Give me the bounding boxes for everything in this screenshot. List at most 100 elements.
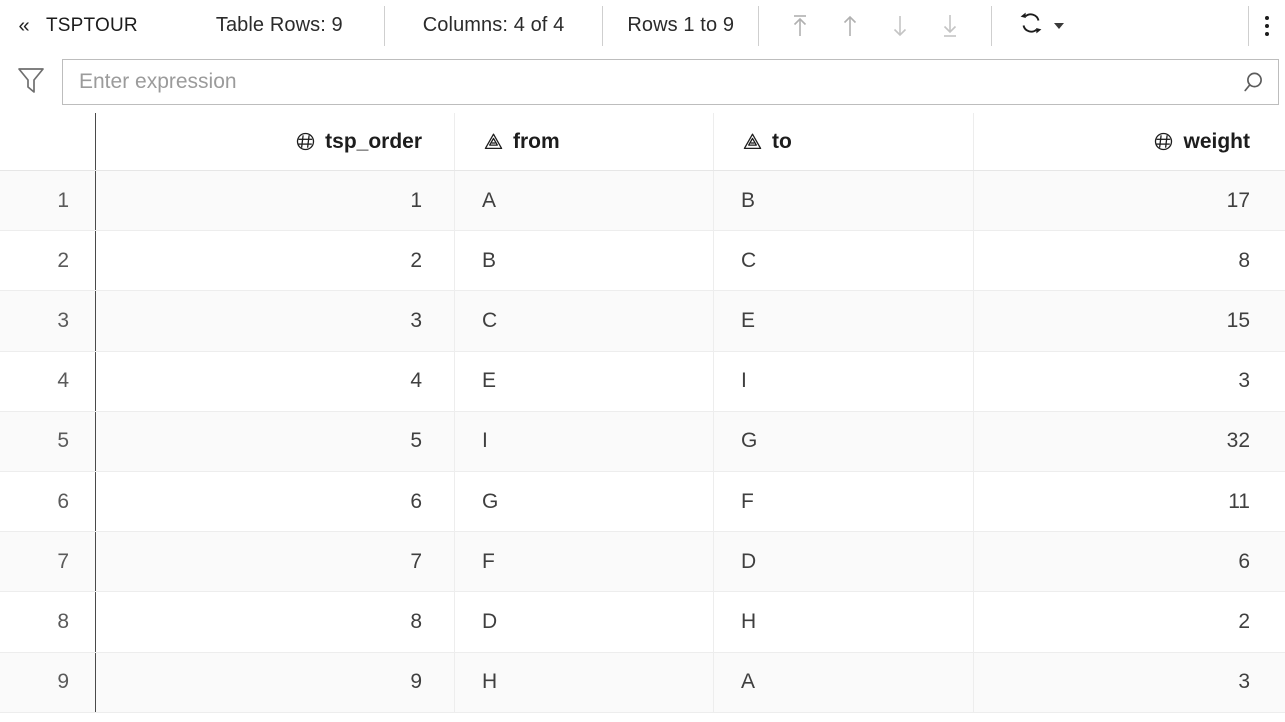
refresh-group bbox=[1016, 11, 1065, 41]
column-header-label: to bbox=[772, 129, 792, 153]
table-row[interactable]: 77FD6 bbox=[0, 532, 1285, 593]
cell-tsp_order[interactable]: 6 bbox=[96, 471, 455, 532]
cell-weight[interactable]: 3 bbox=[974, 653, 1285, 712]
cell-from[interactable]: H bbox=[455, 652, 714, 712]
filter-button[interactable] bbox=[0, 51, 62, 113]
cell-tsp_order[interactable]: 5 bbox=[96, 411, 455, 471]
cell-from[interactable]: I bbox=[455, 411, 714, 471]
kebab-dot-icon bbox=[1265, 15, 1269, 20]
grid-body: 1 1 A B 17 2 2 B C 8 3 3 C E 15 4 4 E I 3 5 5 I G 32 6 6 G F 11 7 7 F D 6 8… bbox=[0, 171, 1285, 713]
cell-from[interactable]: D bbox=[455, 592, 714, 652]
row-range-label: Rows 1 to 9 bbox=[627, 14, 735, 36]
table-rows-count: Table Rows: 9 bbox=[215, 14, 343, 36]
funnel-icon bbox=[16, 64, 46, 101]
row-number-cell[interactable]: 6 bbox=[0, 471, 96, 532]
next-rows-button[interactable] bbox=[885, 9, 915, 43]
table-row[interactable]: 6 6 G F 11 bbox=[0, 471, 1285, 533]
cell-tsp_order[interactable]: 1 bbox=[96, 171, 455, 231]
cell-tsp_order[interactable]: 4 bbox=[96, 351, 455, 411]
number-column-icon bbox=[1153, 131, 1175, 153]
toolbar-divider bbox=[991, 5, 993, 46]
cell-to[interactable]: H bbox=[714, 592, 974, 652]
column-header-tsp_order[interactable]: tsp_order bbox=[96, 113, 455, 170]
arrow-down-icon bbox=[890, 13, 910, 39]
cell-from[interactable]: G bbox=[455, 471, 714, 532]
cell-tsp_order[interactable]: 8 bbox=[96, 592, 455, 652]
column-header-weight[interactable]: weight bbox=[974, 113, 1285, 170]
data-grid: tsp_order from to weight 1 1 A B 17 2 2 … bbox=[0, 113, 1285, 718]
column-header-from[interactable]: from bbox=[455, 113, 714, 170]
collapse-panel-label: « bbox=[18, 14, 30, 37]
column-header-label: tsp_order bbox=[325, 129, 422, 153]
row-number-cell[interactable]: 2 bbox=[0, 231, 96, 291]
cell-tsp_order[interactable]: 9 bbox=[96, 652, 455, 712]
expression-field[interactable] bbox=[62, 59, 1279, 105]
table-name-label: TSPTOUR bbox=[46, 14, 138, 36]
cell-tsp_order[interactable]: 2 bbox=[96, 231, 455, 291]
last-rows-button[interactable] bbox=[935, 9, 965, 43]
toolbar-divider bbox=[383, 5, 385, 46]
cell-to[interactable]: E bbox=[714, 291, 974, 351]
table-row[interactable]: 44EI3 bbox=[0, 351, 1285, 412]
cell-weight[interactable]: 17 bbox=[974, 171, 1285, 230]
cell-from[interactable]: E bbox=[455, 351, 714, 411]
grid-header-row: tsp_order from to weight bbox=[0, 113, 1285, 171]
cell-weight[interactable]: 32 bbox=[974, 412, 1285, 471]
refresh-button[interactable] bbox=[1016, 11, 1046, 41]
string-column-icon bbox=[741, 131, 763, 153]
cell-weight[interactable]: 6 bbox=[974, 532, 1285, 591]
column-header-to[interactable]: to bbox=[714, 113, 974, 170]
arrow-up-icon bbox=[840, 13, 860, 39]
table-row[interactable]: 99HA3 bbox=[0, 652, 1285, 713]
cell-tsp_order[interactable]: 3 bbox=[96, 291, 455, 351]
cell-weight[interactable]: 15 bbox=[974, 291, 1285, 350]
table-toolbar: « TSPTOUR Table Rows: 9 Columns: 4 of 4 … bbox=[0, 0, 1285, 51]
arrow-up-to-line-icon bbox=[790, 13, 810, 39]
row-number-cell[interactable]: 4 bbox=[0, 351, 96, 411]
cell-from[interactable]: B bbox=[455, 231, 714, 291]
number-column-icon bbox=[294, 131, 316, 153]
cell-to[interactable]: C bbox=[714, 231, 974, 291]
row-number-cell[interactable]: 9 bbox=[0, 652, 96, 712]
more-options-button[interactable] bbox=[1249, 6, 1285, 46]
row-number-cell[interactable]: 1 bbox=[0, 171, 96, 231]
cell-to[interactable]: I bbox=[714, 351, 974, 411]
cell-weight[interactable]: 11 bbox=[974, 472, 1285, 531]
cell-to[interactable]: D bbox=[714, 532, 974, 592]
arrow-down-to-line-icon bbox=[940, 13, 960, 39]
table-row[interactable]: 3 3 C E 15 bbox=[0, 291, 1285, 352]
row-number-cell[interactable]: 7 bbox=[0, 532, 96, 592]
cell-from[interactable]: C bbox=[455, 291, 714, 351]
collapse-panel-button[interactable]: « bbox=[4, 6, 44, 46]
refresh-icon bbox=[1018, 10, 1044, 41]
refresh-dropdown-caret-icon[interactable] bbox=[1054, 22, 1065, 29]
cell-to[interactable]: B bbox=[714, 171, 974, 231]
column-header-label: from bbox=[513, 129, 560, 153]
toolbar-divider bbox=[758, 5, 760, 46]
kebab-dot-icon bbox=[1265, 31, 1269, 36]
cell-to[interactable]: A bbox=[714, 652, 974, 712]
cell-weight[interactable]: 2 bbox=[974, 592, 1285, 651]
cell-from[interactable]: A bbox=[455, 171, 714, 231]
cell-to[interactable]: F bbox=[714, 471, 974, 532]
table-row[interactable]: 5 5 I G 32 bbox=[0, 411, 1285, 472]
row-navigation-group bbox=[785, 9, 965, 43]
cell-weight[interactable]: 8 bbox=[974, 231, 1285, 290]
expression-input[interactable] bbox=[63, 60, 1278, 104]
table-row[interactable]: 1 1 A B 17 bbox=[0, 171, 1285, 232]
row-number-cell[interactable]: 8 bbox=[0, 592, 96, 652]
row-number-cell[interactable]: 3 bbox=[0, 291, 96, 351]
previous-rows-button[interactable] bbox=[835, 9, 865, 43]
cell-tsp_order[interactable]: 7 bbox=[96, 532, 455, 592]
row-number-header bbox=[0, 113, 96, 170]
row-number-cell[interactable]: 5 bbox=[0, 411, 96, 471]
table-row[interactable]: 22BC8 bbox=[0, 231, 1285, 292]
search-icon[interactable] bbox=[1240, 68, 1268, 96]
cell-weight[interactable]: 3 bbox=[974, 352, 1285, 411]
cell-from[interactable]: F bbox=[455, 532, 714, 592]
table-row[interactable]: 88DH2 bbox=[0, 592, 1285, 653]
column-header-label: weight bbox=[1183, 129, 1251, 153]
cell-to[interactable]: G bbox=[714, 411, 974, 471]
first-rows-button[interactable] bbox=[785, 9, 815, 43]
columns-count: Columns: 4 of 4 bbox=[422, 14, 565, 36]
